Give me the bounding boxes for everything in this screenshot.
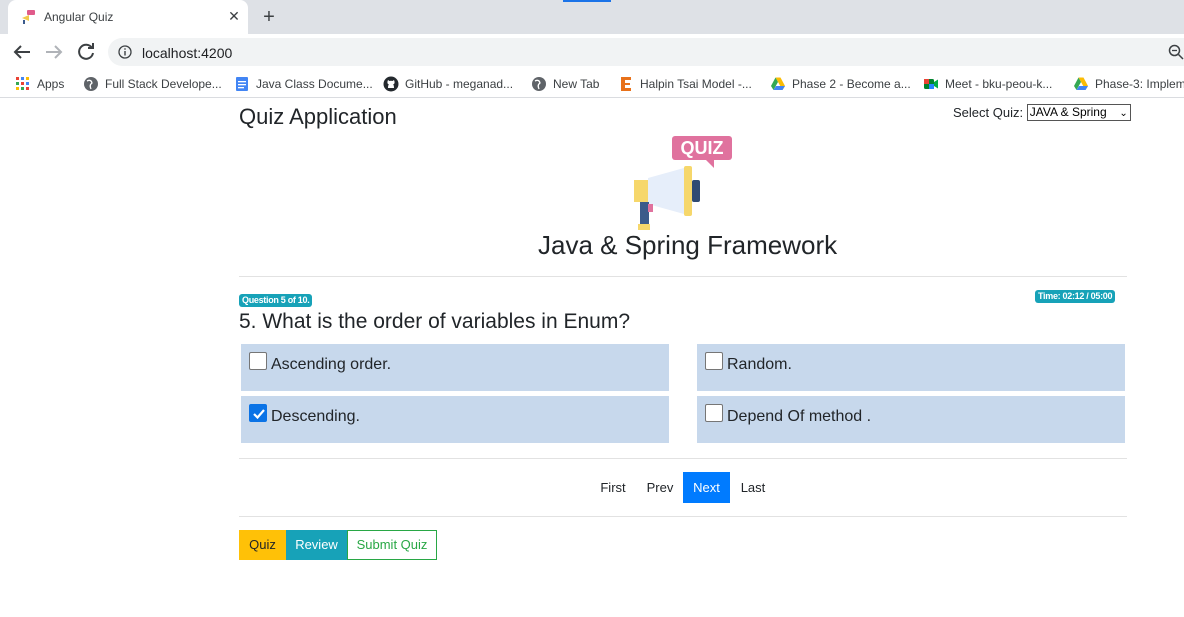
tab-title: Angular Quiz: [44, 10, 114, 24]
close-tab-icon[interactable]: ✕: [226, 8, 242, 24]
option-1[interactable]: Ascending order.: [241, 344, 669, 391]
pagination: First Prev Next Last: [590, 472, 780, 503]
globe-icon: [532, 77, 546, 91]
option-checkbox[interactable]: [705, 352, 723, 370]
option-2[interactable]: Random.: [697, 344, 1125, 391]
bookmark-label: Full Stack Develope...: [105, 77, 222, 91]
bookmark-label: GitHub - meganad...: [405, 77, 514, 91]
browser-toolbar: localhost:4200: [0, 34, 1184, 70]
review-mode-button[interactable]: Review: [286, 530, 347, 560]
reload-icon[interactable]: [74, 40, 98, 64]
option-label: Depend Of method .: [727, 408, 872, 425]
quiz-page: Quiz Application Select Quiz: JAVA & Spr…: [0, 98, 1184, 617]
pager-prev-button[interactable]: Prev: [638, 472, 682, 503]
forward-arrow-icon[interactable]: [42, 40, 66, 64]
select-quiz-group: Select Quiz: JAVA & Spring ⌄: [953, 104, 1131, 122]
option-checkbox[interactable]: [705, 404, 723, 422]
pager-first-button[interactable]: First: [590, 472, 636, 503]
site-info-icon[interactable]: [118, 45, 132, 59]
timer-badge: Time: 02:12 / 05:00: [1035, 290, 1116, 303]
bookmark-label: Java Class Docume...: [256, 77, 373, 91]
angular-quiz-favicon-icon: [22, 10, 35, 24]
browser-tab-angular-quiz[interactable]: Angular Quiz ✕: [8, 0, 248, 34]
address-bar[interactable]: localhost:4200: [108, 38, 1184, 66]
bookmark-label: Phase-3: Implem: [1095, 77, 1184, 91]
bookmark-label: Halpin Tsai Model -...: [640, 77, 752, 91]
bookmark-label: Meet - bku-peou-k...: [945, 77, 1053, 91]
option-label: Random.: [727, 356, 792, 373]
e-icon: [621, 77, 631, 91]
option-checkbox[interactable]: [249, 352, 267, 370]
drive-icon: [1074, 77, 1088, 90]
url-text: localhost:4200: [142, 45, 233, 61]
app-title: Quiz Application: [239, 104, 397, 129]
select-quiz-label: Select Quiz:: [953, 105, 1024, 121]
option-checkbox-checked[interactable]: [249, 404, 267, 422]
divider: [239, 276, 1127, 277]
question-text: 5. What is the order of variables in Enu…: [239, 310, 631, 333]
quiz-select-dropdown[interactable]: JAVA & Spring ⌄: [1026, 104, 1131, 122]
bookmark-label: Apps: [37, 77, 65, 91]
browser-tabstrip: Angular Quiz ✕ +: [0, 0, 1184, 34]
option-label: Descending.: [271, 408, 360, 425]
quiz-select-value: JAVA & Spring: [1029, 105, 1107, 120]
logo-quiz-text: QUIZ: [681, 138, 724, 158]
chevron-down-icon: ⌄: [1119, 108, 1128, 120]
divider: [239, 516, 1127, 517]
apps-grid-icon: [16, 77, 29, 90]
new-tab-button[interactable]: +: [258, 6, 280, 28]
bookmarks-bar: Apps Full Stack Develope... Java Class D…: [0, 70, 1184, 98]
zoom-icon[interactable]: [1168, 44, 1184, 60]
drive-icon: [771, 77, 785, 90]
divider: [239, 458, 1127, 459]
quiz-mode-button[interactable]: Quiz: [239, 530, 286, 560]
tab-loading-accent: [563, 0, 611, 2]
github-icon: [383, 76, 399, 92]
docs-icon: [236, 77, 248, 91]
pager-next-button[interactable]: Next: [683, 472, 730, 503]
option-3[interactable]: Descending.: [241, 396, 669, 443]
option-4[interactable]: Depend Of method .: [697, 396, 1125, 443]
pager-last-button[interactable]: Last: [730, 472, 776, 503]
back-arrow-icon[interactable]: [10, 40, 34, 64]
quiz-name: Java & Spring Framework: [538, 230, 838, 260]
bookmark-label: New Tab: [553, 77, 600, 91]
globe-icon: [84, 77, 98, 91]
option-label: Ascending order.: [271, 356, 392, 373]
checkmark-icon: [253, 409, 265, 420]
question-counter-badge: Question 5 of 10.: [239, 294, 313, 307]
bookmark-label: Phase 2 - Become a...: [792, 77, 911, 91]
quiz-megaphone-logo: QUIZ: [634, 136, 732, 230]
submit-quiz-button[interactable]: Submit Quiz: [347, 530, 437, 560]
meet-icon: [924, 79, 938, 89]
